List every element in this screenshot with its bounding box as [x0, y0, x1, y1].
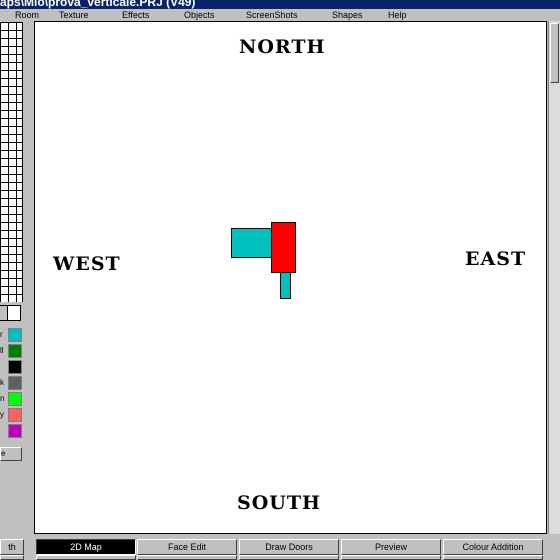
tab-row2[interactable]	[443, 555, 543, 560]
menu-effects[interactable]: Effects	[122, 10, 149, 20]
menu-objects[interactable]: Objects	[184, 10, 215, 20]
swatch-cyan[interactable]	[8, 328, 22, 342]
palette-row: y	[0, 408, 22, 423]
tab-row2[interactable]	[239, 555, 339, 560]
compass-east: EAST	[465, 248, 527, 270]
tab-row2[interactable]	[0, 555, 24, 560]
compass-south: SOUTH	[237, 492, 321, 514]
map-canvas[interactable]: NORTH SOUTH EAST WEST	[34, 21, 547, 534]
tab-partial-left[interactable]: th	[0, 539, 24, 555]
bottom-tab-bar: th 2D Map Face Edit Draw Doors Preview C…	[0, 538, 560, 560]
tab-row2[interactable]	[137, 555, 237, 560]
palette-row: ll	[0, 344, 22, 359]
menu-bar: Room Texture Effects Objects ScreenShots…	[0, 9, 560, 21]
title-bar: aps\Mio\prova_verticale.PRJ (V49)	[0, 0, 560, 9]
palette-label: ll	[0, 346, 4, 355]
swatch-lime[interactable]	[8, 392, 22, 406]
palette-row	[0, 424, 22, 439]
swatch-green[interactable]	[8, 344, 22, 358]
swatch-salmon[interactable]	[8, 408, 22, 422]
room-cyan-west[interactable]	[231, 228, 273, 258]
background-color-box[interactable]	[7, 305, 21, 321]
texture-grid[interactable]	[0, 22, 23, 302]
palette-row: k	[0, 376, 22, 391]
vertical-scrollbar[interactable]	[548, 21, 560, 534]
palette-label: r	[0, 330, 3, 339]
menu-texture[interactable]: Texture	[59, 10, 89, 20]
palette-label: n	[0, 394, 5, 403]
tab-colour-addition[interactable]: Colour Addition	[443, 539, 543, 555]
scrollbar-thumb[interactable]	[550, 23, 559, 83]
tab-face-edit[interactable]: Face Edit	[137, 539, 237, 555]
menu-shapes[interactable]: Shapes	[332, 10, 363, 20]
menu-room[interactable]: Room	[15, 10, 39, 20]
swatch-black[interactable]	[8, 360, 22, 374]
palette-label: k	[0, 378, 4, 387]
side-panel-button[interactable]: e	[0, 447, 22, 461]
tab-row2[interactable]	[36, 555, 136, 560]
room-red-center[interactable]	[271, 222, 296, 273]
tab-preview[interactable]: Preview	[341, 539, 441, 555]
palette-label: y	[0, 410, 4, 419]
compass-west: WEST	[53, 253, 121, 275]
window-title: aps\Mio\prova_verticale.PRJ (V49)	[0, 0, 196, 9]
palette-row: n	[0, 392, 22, 407]
swatch-magenta[interactable]	[8, 424, 22, 438]
palette-row	[0, 360, 22, 375]
swatch-gray[interactable]	[8, 376, 22, 390]
menu-help[interactable]: Help	[388, 10, 407, 20]
tab-draw-doors[interactable]: Draw Doors	[239, 539, 339, 555]
compass-north: NORTH	[239, 36, 326, 58]
tab-2d-map[interactable]: 2D Map	[36, 539, 136, 555]
tab-row2[interactable]	[341, 555, 441, 560]
palette-row: r	[0, 328, 22, 343]
room-cyan-south[interactable]	[280, 272, 291, 299]
menu-screenshots[interactable]: ScreenShots	[246, 10, 298, 20]
